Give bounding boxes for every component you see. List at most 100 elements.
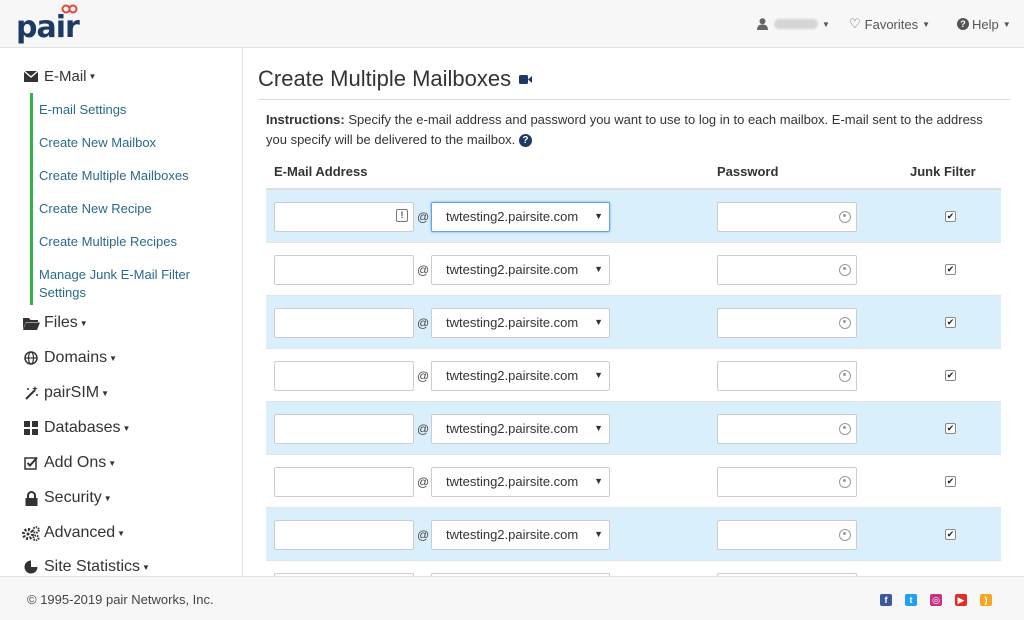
password-input[interactable] xyxy=(717,255,857,285)
chevron-down-icon: ▼ xyxy=(594,317,603,327)
at-symbol: @ xyxy=(417,369,430,383)
domain-select-value: twtesting2.pairsite.com xyxy=(446,209,579,224)
column-header-password: Password xyxy=(717,164,779,179)
table-row: @ twtesting2.pairsite.com ▼ ✔ xyxy=(266,455,1001,508)
mailbox-table: ! @ twtesting2.pairsite.com ▼ ✔ @ twtesting2.p… xyxy=(266,190,1001,576)
password-manager-icon[interactable] xyxy=(839,476,851,488)
chevron-down-icon: ▼ xyxy=(142,562,150,572)
domain-select[interactable]: twtesting2.pairsite.com ▼ xyxy=(431,361,610,391)
at-symbol: @ xyxy=(417,316,430,330)
email-input[interactable] xyxy=(274,308,414,338)
submenu-email-settings[interactable]: E-mail Settings xyxy=(33,101,230,119)
submenu-manage-junk-filter[interactable]: Manage Junk E-Mail Filter Settings xyxy=(33,266,193,305)
email-input[interactable] xyxy=(274,414,414,444)
sidebar-item-domains[interactable]: Domains ▼ xyxy=(22,349,117,367)
chevron-down-icon: ▼ xyxy=(594,476,603,486)
password-manager-icon[interactable] xyxy=(839,211,851,223)
video-camera-icon[interactable] xyxy=(519,74,533,84)
password-manager-icon[interactable] xyxy=(839,423,851,435)
user-icon xyxy=(757,18,768,30)
submenu-create-multiple-mailboxes[interactable]: Create Multiple Mailboxes xyxy=(33,167,230,185)
domain-select[interactable]: twtesting2.pairsite.com ▼ xyxy=(431,202,610,232)
page-title: Create Multiple Mailboxes xyxy=(258,66,533,92)
copyright: © 1995-2019 pair Networks, Inc. xyxy=(27,592,214,607)
favorites-menu[interactable]: ♡ Favorites ▼ xyxy=(849,14,930,34)
table-row: @ twtesting2.pairsite.com ▼ ✔ xyxy=(266,402,1001,455)
submenu-create-new-mailbox[interactable]: Create New Mailbox xyxy=(33,134,230,152)
submenu-create-new-recipe[interactable]: Create New Recipe xyxy=(33,200,230,218)
password-input[interactable] xyxy=(717,467,857,497)
junk-filter-checkbox[interactable]: ✔ xyxy=(945,529,956,540)
chevron-down-icon: ▼ xyxy=(79,318,88,328)
sidebar-item-databases[interactable]: Databases ▼ xyxy=(22,419,130,437)
sidebar-item-label: pairSIM xyxy=(44,384,100,401)
help-menu[interactable]: ? Help ▼ xyxy=(957,14,1011,34)
sidebar: E-Mail ▼ E-mail Settings Create New Mail… xyxy=(0,48,243,576)
junk-filter-checkbox[interactable]: ✔ xyxy=(945,264,956,275)
sidebar-item-label: Security xyxy=(44,489,102,506)
domain-select[interactable]: twtesting2.pairsite.com ▼ xyxy=(431,520,610,550)
question-icon[interactable]: ? xyxy=(518,134,532,148)
favorites-label: Favorites xyxy=(864,16,919,32)
domain-select[interactable]: twtesting2.pairsite.com ▼ xyxy=(431,308,610,338)
table-row: @ twtesting2.pairsite.com ▼ ✔ xyxy=(266,349,1001,402)
email-input[interactable] xyxy=(274,361,414,391)
main-content: Create Multiple Mailboxes Instructions: … xyxy=(244,48,1024,576)
sidebar-item-label: Site Statistics xyxy=(44,558,141,575)
envelope-icon xyxy=(22,71,40,82)
email-input[interactable] xyxy=(274,202,414,232)
password-manager-icon[interactable] xyxy=(839,370,851,382)
user-menu[interactable]: ▼ xyxy=(757,14,830,34)
domain-select[interactable]: twtesting2.pairsite.com ▼ xyxy=(431,255,610,285)
pair-logo[interactable]: pair xyxy=(16,4,86,46)
password-input[interactable] xyxy=(717,202,857,232)
password-input[interactable] xyxy=(717,361,857,391)
instagram-icon[interactable]: ◎ xyxy=(930,594,942,606)
domain-select[interactable]: twtesting2.pairsite.com ▼ xyxy=(431,414,610,444)
instructions-text: Specify the e-mail address and password … xyxy=(266,112,983,147)
chevron-down-icon: ▼ xyxy=(594,264,603,274)
chevron-down-icon: ▼ xyxy=(88,72,97,81)
junk-filter-checkbox[interactable]: ✔ xyxy=(945,370,956,381)
sidebar-item-email[interactable]: E-Mail ▼ xyxy=(22,68,96,85)
submenu-create-multiple-recipes[interactable]: Create Multiple Recipes xyxy=(33,233,230,251)
password-manager-icon[interactable] xyxy=(839,529,851,541)
chevron-down-icon: ▼ xyxy=(922,19,931,29)
sidebar-item-add-ons[interactable]: Add Ons ▼ xyxy=(22,454,116,472)
email-input[interactable] xyxy=(274,520,414,550)
password-input[interactable] xyxy=(717,414,857,444)
junk-filter-checkbox[interactable]: ✔ xyxy=(945,423,956,434)
youtube-icon[interactable]: ▶ xyxy=(955,594,967,606)
twitter-icon[interactable]: t xyxy=(905,594,917,606)
sidebar-item-site-statistics[interactable]: Site Statistics ▼ xyxy=(22,558,150,576)
facebook-icon[interactable]: f xyxy=(880,594,892,606)
sidebar-item-files[interactable]: Files ▼ xyxy=(22,314,88,332)
email-input[interactable] xyxy=(274,255,414,285)
chevron-down-icon: ▼ xyxy=(101,388,110,398)
junk-filter-checkbox[interactable]: ✔ xyxy=(945,476,956,487)
email-input[interactable] xyxy=(274,467,414,497)
footer: © 1995-2019 pair Networks, Inc. f t ◎ ▶ … xyxy=(0,576,1024,620)
sidebar-item-advanced[interactable]: Advanced ▼ xyxy=(22,524,125,542)
password-input[interactable] xyxy=(717,520,857,550)
at-symbol: @ xyxy=(417,263,430,277)
password-manager-icon[interactable] xyxy=(839,317,851,329)
lock-icon xyxy=(22,490,40,506)
user-name xyxy=(774,19,818,29)
junk-filter-checkbox[interactable]: ✔ xyxy=(945,211,956,222)
domain-select[interactable]: twtesting2.pairsite.com ▼ xyxy=(431,467,610,497)
rss-icon[interactable]: ) xyxy=(980,594,992,606)
password-input[interactable] xyxy=(717,308,857,338)
sidebar-item-pairsim[interactable]: pairSIM ▼ xyxy=(22,384,109,402)
password-manager-icon[interactable] xyxy=(839,264,851,276)
junk-filter-checkbox[interactable]: ✔ xyxy=(945,317,956,328)
autofill-icon[interactable]: ! xyxy=(396,209,408,222)
logo-mark-icon xyxy=(61,4,78,14)
table-row: ! @ twtesting2.pairsite.com ▼ ✔ xyxy=(266,190,1001,243)
chevron-down-icon: ▼ xyxy=(109,353,118,363)
domain-select-value: twtesting2.pairsite.com xyxy=(446,368,579,383)
help-label: Help xyxy=(972,16,999,32)
chevron-down-icon: ▼ xyxy=(117,528,126,538)
sidebar-item-security[interactable]: Security ▼ xyxy=(22,489,112,507)
sidebar-item-label: E-Mail xyxy=(44,68,87,85)
